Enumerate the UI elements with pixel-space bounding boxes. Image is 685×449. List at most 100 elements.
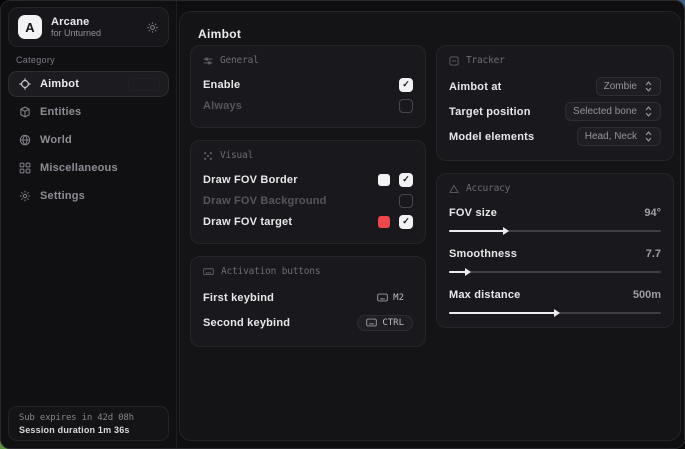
setting-label: Always xyxy=(203,100,242,112)
slider-fill[interactable] xyxy=(449,271,466,273)
category-label: Category xyxy=(16,55,55,65)
globe-icon xyxy=(19,134,31,146)
sidebar-item-entities[interactable]: Entities xyxy=(8,99,169,125)
setting-row-aimbot-at: Aimbot at Zombie xyxy=(449,74,661,99)
slider-fill[interactable] xyxy=(449,230,504,232)
sidebar-item-label: Miscellaneous xyxy=(40,162,118,174)
setting-label: FOV size xyxy=(449,207,497,219)
fov-background-checkbox[interactable] xyxy=(399,194,413,208)
setting-label: First keybind xyxy=(203,292,274,304)
setting-label: Draw FOV Border xyxy=(203,174,298,186)
smoothness-slider[interactable] xyxy=(449,271,661,273)
model-elements-select[interactable]: Head, Neck xyxy=(577,127,661,146)
setting-label: Enable xyxy=(203,79,240,91)
setting-label: Second keybind xyxy=(203,317,290,329)
color-swatch-white[interactable] xyxy=(378,174,390,186)
session-duration-text: Session duration 1m 36s xyxy=(19,425,158,435)
max-distance-slider[interactable] xyxy=(449,312,661,314)
chevron-up-down-icon xyxy=(644,131,653,142)
sidebar-item-label: Settings xyxy=(40,190,85,202)
keyboard-icon xyxy=(377,293,388,302)
enable-checkbox[interactable] xyxy=(399,78,413,92)
fov-size-slider[interactable] xyxy=(449,230,661,232)
grid-icon xyxy=(19,162,31,174)
setting-row-target-position: Target position Selected bone xyxy=(449,99,661,124)
general-card-header: General xyxy=(203,55,413,66)
sidebar-item-world[interactable]: World xyxy=(8,127,169,153)
crosshair-icon xyxy=(19,78,31,90)
subscription-info: Sub expires in 42d 08h Session duration … xyxy=(8,406,169,441)
slider-group-smoothness: Smoothness 7.7 xyxy=(449,243,661,273)
sidebar-item-miscellaneous[interactable]: Miscellaneous xyxy=(8,155,169,181)
setting-label: Smoothness xyxy=(449,248,517,260)
brand: Arcane for Unturned xyxy=(51,16,137,39)
sparkle-icon xyxy=(203,151,213,161)
visual-card: Visual Draw FOV Border Draw FOV Backgrou… xyxy=(190,140,426,244)
main-panel: Aimbot General Enable xyxy=(179,11,681,441)
right-column: Tracker Aimbot at Zombie xyxy=(436,45,674,340)
slider-group-max-distance: Max distance 500m xyxy=(449,284,661,314)
setting-row-fov-border: Draw FOV Border xyxy=(203,169,413,190)
setting-label: Max distance xyxy=(449,289,520,301)
setting-row-fov-background: Draw FOV Background xyxy=(203,190,413,211)
color-swatch-red[interactable] xyxy=(378,216,390,228)
card-header-label: Tracker xyxy=(466,55,505,66)
faint-badge xyxy=(128,78,160,91)
setting-label: Target position xyxy=(449,106,531,118)
visual-card-header: Visual xyxy=(203,150,413,161)
left-column: General Enable Always xyxy=(190,45,426,359)
sidebar-item-label: Aimbot xyxy=(40,78,79,90)
page-title: Aimbot xyxy=(198,27,241,41)
target-position-select[interactable]: Selected bone xyxy=(565,102,661,121)
setting-label: Model elements xyxy=(449,131,534,143)
keybind-button-ctrl[interactable]: CTRL xyxy=(357,315,413,331)
setting-row-model-elements: Model elements Head, Neck xyxy=(449,124,661,149)
card-header-label: Accuracy xyxy=(466,183,510,194)
slider-fill[interactable] xyxy=(449,312,555,314)
card-header-label: General xyxy=(220,55,259,66)
slider-value: 94° xyxy=(644,207,661,219)
app-window: A Arcane for Unturned Category xyxy=(0,0,685,449)
select-value: Selected bone xyxy=(573,106,637,117)
keyboard-icon xyxy=(366,318,377,327)
sidebar-item-settings[interactable]: Settings xyxy=(8,183,169,209)
gear-icon xyxy=(19,190,31,202)
app-title: Arcane xyxy=(51,16,137,29)
sidebar-item-label: Entities xyxy=(40,106,81,118)
keybind-value: CTRL xyxy=(382,318,404,328)
keybind-button-m2[interactable]: M2 xyxy=(368,290,413,306)
sidebar-item-aimbot[interactable]: Aimbot xyxy=(8,71,169,97)
keyboard-icon xyxy=(203,266,214,277)
fov-border-checkbox[interactable] xyxy=(399,173,413,187)
sidebar-nav: Aimbot Entities xyxy=(8,71,169,211)
app-subtitle: for Unturned xyxy=(51,28,137,38)
gear-icon[interactable] xyxy=(146,21,159,34)
setting-row-enable: Enable xyxy=(203,74,413,95)
sidebar: A Arcane for Unturned Category xyxy=(1,1,177,448)
slider-value: 7.7 xyxy=(646,248,661,260)
screen: A Arcane for Unturned Category xyxy=(0,0,685,449)
setting-row-fov-target: Draw FOV target xyxy=(203,211,413,232)
sidebar-header: A Arcane for Unturned xyxy=(8,7,169,47)
fov-target-checkbox[interactable] xyxy=(399,215,413,229)
sidebar-item-label: World xyxy=(40,134,72,146)
cube-icon xyxy=(19,106,31,118)
aimbot-at-select[interactable]: Zombie xyxy=(596,77,661,96)
card-header-label: Activation buttons xyxy=(221,266,320,277)
accuracy-card-header: Accuracy xyxy=(449,183,661,194)
app-logo: A xyxy=(18,15,42,39)
card-header-label: Visual xyxy=(220,150,253,161)
setting-label: Draw FOV Background xyxy=(203,195,327,207)
scan-box-icon xyxy=(449,56,459,66)
setting-label: Draw FOV target xyxy=(203,216,292,228)
setting-label: Aimbot at xyxy=(449,81,502,93)
always-checkbox[interactable] xyxy=(399,99,413,113)
sliders-icon xyxy=(203,56,213,66)
setting-row-always: Always xyxy=(203,95,413,116)
slider-group-fov-size: FOV size 94° xyxy=(449,202,661,232)
setting-row-first-keybind: First keybind M2 xyxy=(203,285,413,310)
activation-card-header: Activation buttons xyxy=(203,266,413,277)
accuracy-card: Accuracy FOV size 94° Smoothness xyxy=(436,173,674,328)
select-value: Head, Neck xyxy=(585,131,637,142)
triangle-icon xyxy=(449,184,459,194)
